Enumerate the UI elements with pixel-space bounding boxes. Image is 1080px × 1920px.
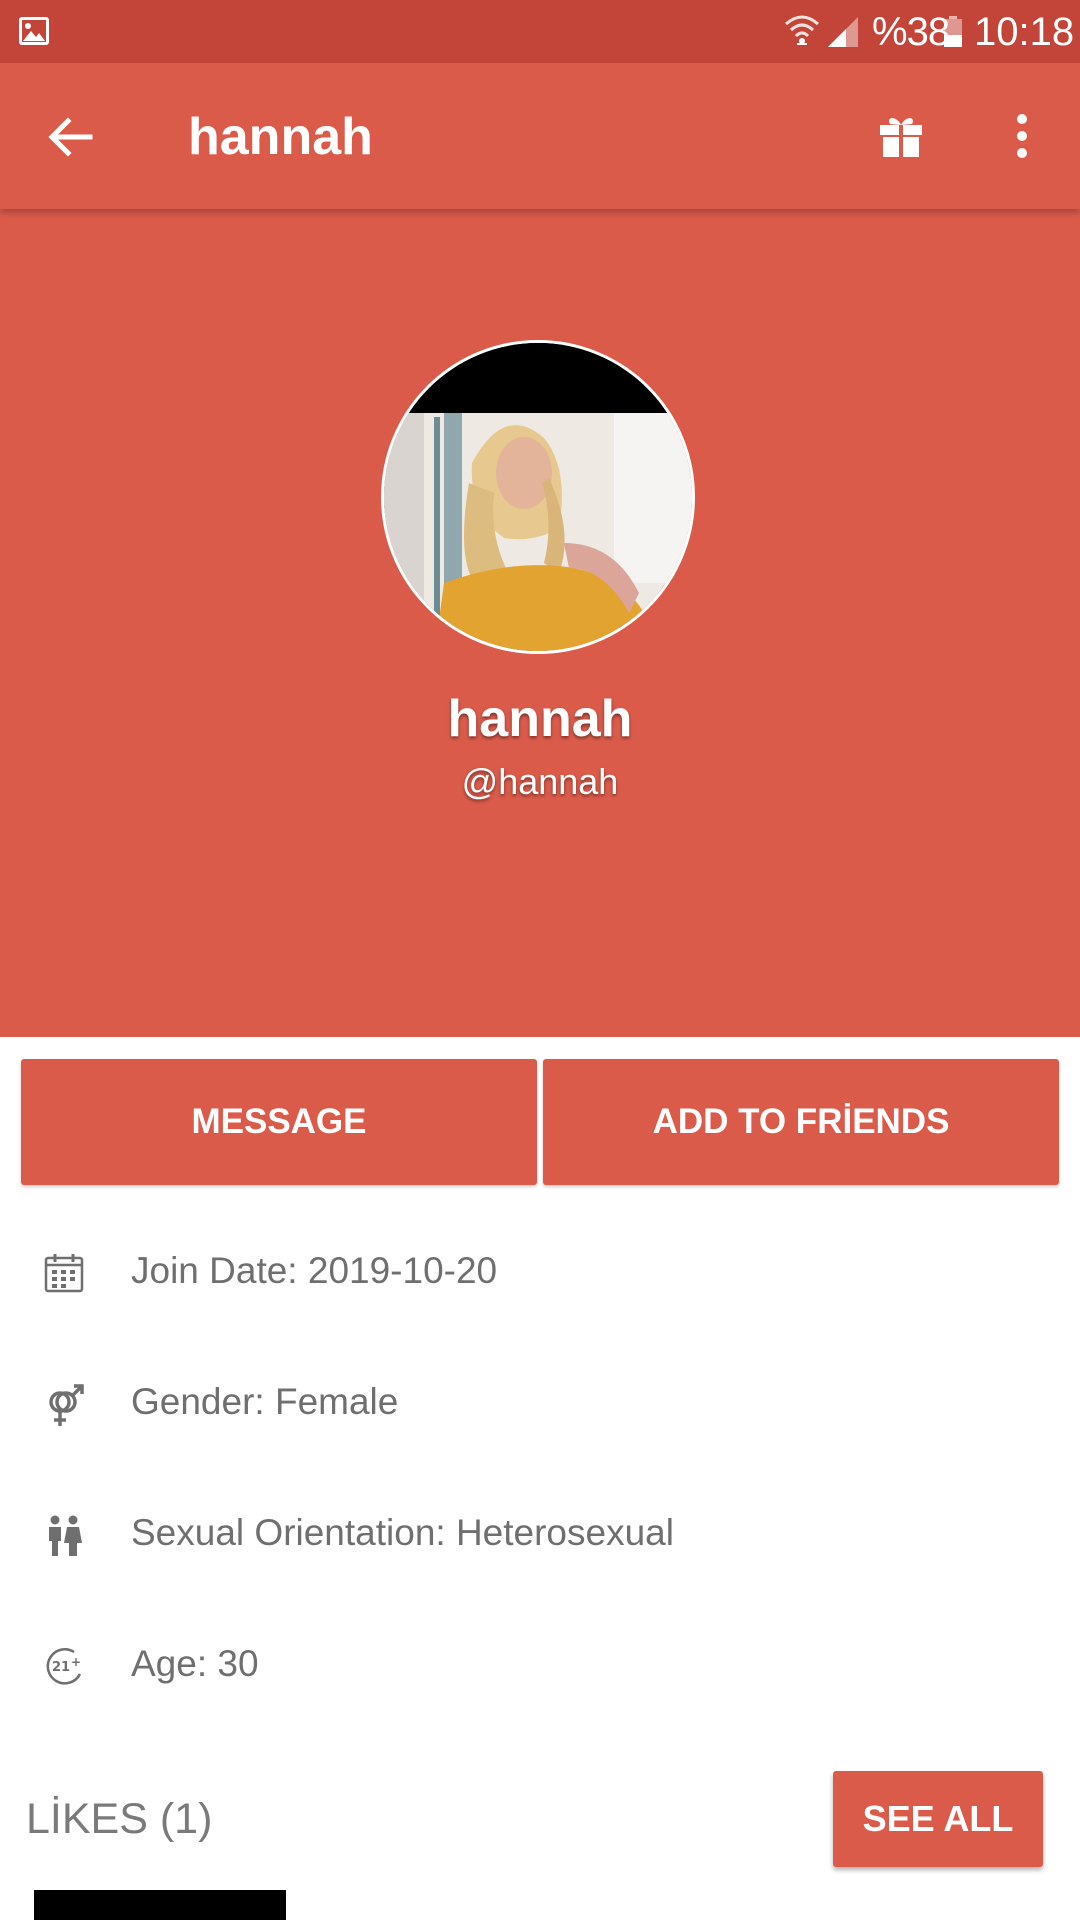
info-row-orientation: Sexual Orientation: Heterosexual <box>0 1470 1080 1601</box>
gift-icon[interactable] <box>878 113 924 164</box>
likes-section-title: LİKES (1) <box>26 1795 213 1843</box>
join-date-text: Join Date: 2019-10-20 <box>131 1250 498 1291</box>
couple-icon <box>44 1515 84 1562</box>
age-21-plus-icon: 21 + <box>44 1646 86 1691</box>
svg-text:21: 21 <box>52 1660 70 1675</box>
signal-icon <box>826 16 860 53</box>
info-row-age: 21 + Age: 30 <box>0 1601 1080 1732</box>
app-bar: hannah <box>0 63 1080 209</box>
more-vert-icon[interactable] <box>1008 113 1036 164</box>
page-title: hannah <box>188 108 373 166</box>
add-to-friends-button[interactable]: ADD TO FRİENDS <box>543 1059 1059 1185</box>
message-button[interactable]: MESSAGE <box>21 1059 537 1185</box>
like-thumbnail[interactable] <box>34 1890 286 1920</box>
svg-text:+: + <box>71 1655 81 1669</box>
profile-name: hannah <box>447 690 633 748</box>
info-row-gender: Gender: Female <box>0 1339 1080 1470</box>
gender-text: Gender: Female <box>131 1381 399 1422</box>
battery-icon <box>943 16 963 53</box>
profile-header: hannah @hannah <box>0 209 1080 1037</box>
wifi-icon <box>784 14 820 53</box>
status-bar: %38 10:18 <box>0 0 1080 63</box>
avatar[interactable] <box>381 340 695 654</box>
battery-percentage: %38 <box>872 10 950 54</box>
see-all-button[interactable]: SEE ALL <box>833 1771 1043 1867</box>
gallery-icon <box>18 16 50 51</box>
orientation-text: Sexual Orientation: Heterosexual <box>131 1512 674 1553</box>
age-text: Age: 30 <box>131 1643 259 1684</box>
info-row-join-date: Join Date: 2019-10-20 <box>0 1208 1080 1339</box>
back-arrow-icon[interactable] <box>46 113 94 166</box>
calendar-icon <box>44 1253 84 1298</box>
gender-icon <box>44 1384 86 1433</box>
status-clock: 10:18 <box>974 10 1075 54</box>
profile-username: @hannah <box>461 761 619 802</box>
